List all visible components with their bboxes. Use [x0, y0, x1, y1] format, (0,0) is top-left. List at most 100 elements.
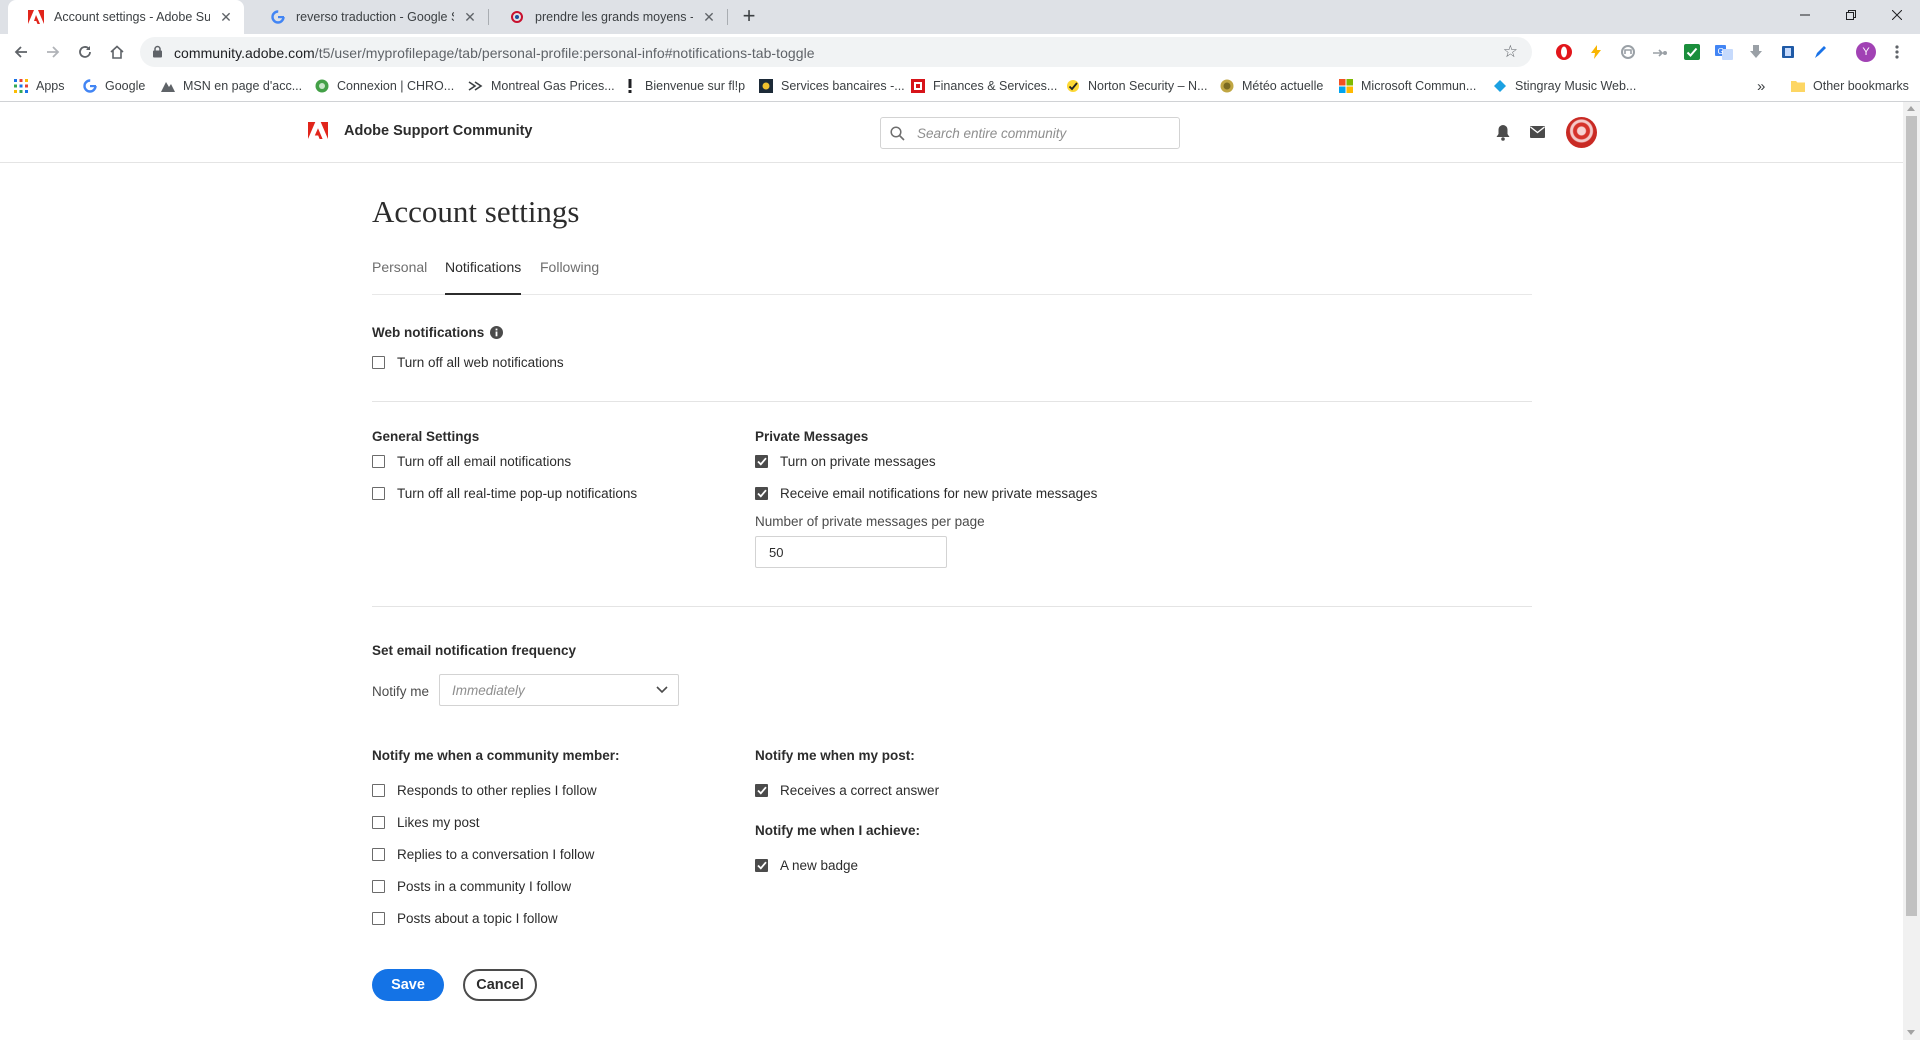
checkbox[interactable]	[372, 455, 385, 468]
checkbox[interactable]	[372, 848, 385, 861]
checkbox-turn-on-private-messages[interactable]: Turn on private messages	[755, 454, 936, 469]
menu-kebab-icon[interactable]	[1887, 42, 1907, 62]
chevron-down-icon	[656, 686, 668, 694]
bookmark-apps[interactable]: Apps	[13, 77, 65, 95]
bookmark-chrono[interactable]: Connexion | CHRO...	[314, 77, 454, 95]
page-scrollbar[interactable]	[1903, 102, 1920, 1040]
browser-tab-title: prendre les grands moyens - Trad	[535, 10, 693, 24]
bookmark-label: Stingray Music Web...	[1515, 79, 1637, 93]
checkbox-turn-off-email-notifications[interactable]: Turn off all email notifications	[372, 454, 571, 469]
checkbox-email-new-private-messages[interactable]: Receive email notifications for new priv…	[755, 486, 1097, 501]
mail-icon[interactable]	[1530, 126, 1545, 138]
checkbox-label: Receives a correct answer	[780, 783, 940, 798]
bookmarks-bar: Apps Google MSN en page d'acc... Connexi…	[0, 70, 1920, 102]
bank-icon	[758, 78, 774, 94]
bookmark-finances[interactable]: Finances & Services...	[910, 77, 1057, 95]
cancel-button[interactable]: Cancel	[463, 969, 537, 1001]
save-button[interactable]: Save	[372, 969, 444, 1001]
restore-icon[interactable]	[1828, 0, 1874, 30]
checkbox-new-badge[interactable]: A new badge	[755, 858, 858, 873]
other-bookmarks[interactable]: Other bookmarks	[1790, 77, 1909, 95]
address-bar[interactable]: community.adobe.com/t5/user/myprofilepag…	[140, 37, 1532, 67]
tab-personal[interactable]: Personal	[372, 259, 427, 295]
book-extension-icon[interactable]	[1778, 42, 1798, 62]
google-icon	[270, 9, 286, 25]
checkbox-turn-off-popup-notifications[interactable]: Turn off all real-time pop-up notificati…	[372, 486, 637, 501]
checkbox[interactable]	[755, 455, 768, 468]
extension-icon[interactable]	[1618, 42, 1638, 62]
download-extension-icon[interactable]	[1746, 42, 1766, 62]
bookmark-bank-services[interactable]: Services bancaires -...	[758, 77, 905, 95]
scroll-up-arrow-icon[interactable]	[1907, 106, 1915, 111]
browser-tab-google[interactable]: reverso traduction - Google Sear ✕	[250, 0, 488, 34]
checkbox-replies-to-conversation[interactable]: Replies to a conversation I follow	[372, 847, 594, 862]
close-window-icon[interactable]	[1874, 0, 1920, 30]
checkbox-likes-my-post[interactable]: Likes my post	[372, 815, 480, 830]
checkmark-icon	[756, 861, 767, 870]
brand-link[interactable]: Adobe Support Community	[308, 122, 533, 139]
bookmark-label: Bienvenue sur fl!p	[645, 79, 746, 93]
checkbox-receives-correct-answer[interactable]: Receives a correct answer	[755, 783, 939, 798]
bookmark-flip[interactable]: Bienvenue sur fl!p	[622, 77, 745, 95]
extension-icon[interactable]	[1650, 42, 1670, 62]
search-input[interactable]	[917, 118, 1173, 148]
checkbox-posts-about-topic[interactable]: Posts about a topic I follow	[372, 911, 558, 926]
back-icon[interactable]	[8, 39, 34, 65]
chrono-icon	[314, 78, 330, 94]
checkbox[interactable]	[372, 784, 385, 797]
scrollbar-thumb[interactable]	[1906, 116, 1917, 916]
bookmark-norton[interactable]: Norton Security – N...	[1065, 77, 1208, 95]
url-text: community.adobe.com/t5/user/myprofilepag…	[174, 45, 815, 61]
checkbox[interactable]	[372, 880, 385, 893]
home-icon[interactable]	[104, 39, 130, 65]
checkbox-responds-to-replies[interactable]: Responds to other replies I follow	[372, 783, 597, 798]
norton-icon	[1065, 78, 1081, 94]
checkbox-label: Turn on private messages	[780, 454, 936, 469]
profile-avatar[interactable]: Y	[1856, 42, 1876, 62]
tab-notifications[interactable]: Notifications	[445, 259, 522, 295]
checkbox[interactable]	[372, 356, 385, 369]
bookmark-microsoft[interactable]: Microsoft Commun...	[1338, 77, 1476, 95]
info-icon[interactable]	[490, 326, 504, 339]
messages-per-page-input[interactable]	[755, 536, 947, 568]
bookmark-stingray[interactable]: Stingray Music Web...	[1492, 77, 1636, 95]
minimize-icon[interactable]	[1782, 0, 1828, 30]
bookmark-meteo[interactable]: Météo actuelle	[1219, 77, 1323, 95]
checkbox[interactable]	[755, 859, 768, 872]
bookmark-gas-prices[interactable]: Montreal Gas Prices...	[468, 77, 615, 95]
scroll-down-arrow-icon[interactable]	[1907, 1030, 1915, 1035]
checkmark-extension-icon[interactable]	[1682, 42, 1702, 62]
bookmark-google[interactable]: Google	[82, 77, 145, 95]
reload-icon[interactable]	[72, 39, 98, 65]
new-tab-button[interactable]: +	[736, 4, 762, 30]
browser-tab-reverso[interactable]: prendre les grands moyens - Trad ✕	[489, 0, 727, 34]
email-frequency-heading: Set email notification frequency	[372, 643, 577, 658]
checkbox[interactable]	[755, 784, 768, 797]
notifications-bell-icon[interactable]	[1496, 124, 1510, 141]
forward-icon[interactable]	[40, 39, 66, 65]
close-tab-icon[interactable]: ✕	[218, 9, 234, 25]
reverso-icon	[509, 9, 525, 25]
more-bookmarks-button[interactable]: »	[1757, 77, 1765, 95]
lock-icon	[152, 45, 163, 63]
notify-frequency-select[interactable]: Immediately	[439, 674, 679, 706]
checkbox-posts-in-community[interactable]: Posts in a community I follow	[372, 879, 571, 894]
checkbox[interactable]	[372, 487, 385, 500]
browser-tab-adobe[interactable]: Account settings - Adobe Suppo ✕	[8, 0, 244, 34]
bookmark-msn[interactable]: MSN en page d'acc...	[160, 77, 302, 95]
close-tab-icon[interactable]: ✕	[462, 9, 478, 25]
bookmark-star-icon[interactable]: ☆	[1503, 43, 1518, 61]
spark-extension-icon[interactable]	[1586, 42, 1606, 62]
checkbox[interactable]	[372, 912, 385, 925]
checkbox-label: Turn off all real-time pop-up notificati…	[397, 486, 638, 501]
opera-extension-icon[interactable]	[1554, 42, 1574, 62]
checkbox-turn-off-web-notifications[interactable]: Turn off all web notifications	[372, 355, 564, 370]
finance-icon	[910, 78, 926, 94]
pen-extension-icon[interactable]	[1810, 42, 1830, 62]
user-avatar[interactable]	[1566, 117, 1597, 148]
translate-extension-icon[interactable]: G	[1714, 42, 1734, 62]
checkbox[interactable]	[755, 487, 768, 500]
tab-following[interactable]: Following	[540, 259, 599, 295]
close-tab-icon[interactable]: ✕	[701, 9, 717, 25]
checkbox[interactable]	[372, 816, 385, 829]
